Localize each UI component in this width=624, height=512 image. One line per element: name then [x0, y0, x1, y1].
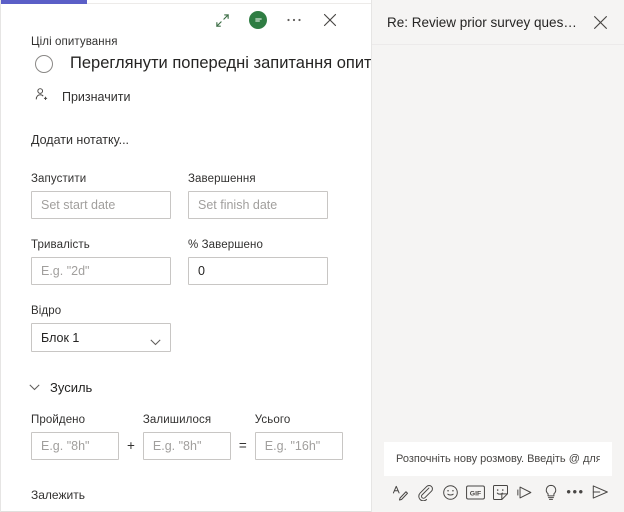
- percent-complete-input[interactable]: [188, 257, 328, 285]
- bucket-select-wrap: Блок 1: [31, 323, 171, 352]
- effort-equals-operator: =: [238, 438, 247, 453]
- bucket-select[interactable]: Блок 1: [31, 323, 171, 352]
- depends-section: Залежить Це завдання не залежить від інш…: [31, 488, 349, 512]
- send-icon[interactable]: [588, 480, 613, 505]
- task-form: Цілі опитування Переглянути попередні за…: [1, 36, 371, 512]
- bucket-group-label: Цілі опитування: [31, 36, 118, 48]
- conversation-title: Re: Review prior survey ques…: [387, 14, 577, 30]
- praise-icon[interactable]: [538, 480, 563, 505]
- ellipsis-glyph: •••: [566, 484, 585, 499]
- effort-total-label: Усього: [254, 414, 291, 426]
- finish-date-input[interactable]: [188, 191, 328, 219]
- gif-icon[interactable]: GIF: [463, 480, 488, 505]
- sticker-icon[interactable]: [488, 480, 513, 505]
- finish-date-label: Завершення: [188, 173, 256, 185]
- start-date-label: Запустити: [31, 173, 87, 185]
- task-detail-window: Цілі опитування Переглянути попередні за…: [0, 0, 624, 512]
- percent-complete-field: % Завершено: [188, 239, 328, 285]
- conversation-header: Re: Review prior survey ques…: [372, 0, 624, 45]
- more-options-icon[interactable]: •••: [563, 480, 588, 505]
- date-row: Запустити Завершення: [31, 173, 349, 219]
- assign-label: Призначити: [62, 90, 131, 104]
- task-title: Переглянути попередні запитання опитуван…: [70, 54, 372, 72]
- bucket-accent-bar: [1, 0, 87, 4]
- finish-date-field: Завершення: [188, 173, 328, 219]
- close-icon[interactable]: [319, 9, 341, 31]
- effort-section-header[interactable]: Зусиль: [29, 378, 349, 396]
- effort-total-field: Усього: [254, 414, 343, 460]
- task-pane-toolbar: [211, 9, 341, 31]
- percent-complete-label: % Завершено: [188, 239, 264, 251]
- assign-button[interactable]: Призначити: [34, 87, 349, 107]
- effort-plus-operator: +: [127, 438, 135, 453]
- more-options-icon[interactable]: [283, 9, 305, 31]
- stream-icon[interactable]: [513, 480, 538, 505]
- effort-row: Пройдено + Залишилося = Усього: [31, 414, 349, 460]
- pane-top-divider: [87, 3, 371, 4]
- bucket-field: Відро Блок 1: [31, 305, 349, 352]
- effort-spent-label: Пройдено: [31, 414, 86, 426]
- effort-remaining-input[interactable]: [142, 432, 231, 460]
- effort-remaining-label: Залишилося: [142, 414, 212, 426]
- comments-icon[interactable]: [247, 9, 269, 31]
- expand-icon[interactable]: [211, 9, 233, 31]
- compose-area: Розпочніть нову розмову. Введіть @ для з…: [372, 442, 624, 512]
- compose-input[interactable]: Розпочніть нову розмову. Введіть @ для з…: [384, 442, 612, 476]
- format-icon[interactable]: [388, 480, 413, 505]
- compose-placeholder: Розпочніть нову розмову. Введіть @ для з…: [396, 453, 600, 465]
- start-date-input[interactable]: [31, 191, 171, 219]
- attach-icon[interactable]: [413, 480, 438, 505]
- depends-title: Залежить: [31, 488, 85, 502]
- duration-input[interactable]: [31, 257, 171, 285]
- start-date-field: Запустити: [31, 173, 171, 219]
- effort-spent-field: Пройдено: [31, 414, 119, 460]
- conversation-pane: Re: Review prior survey ques… Розпочніть…: [372, 0, 624, 512]
- duration-row: Тривалість % Завершено: [31, 239, 349, 285]
- effort-total-input[interactable]: [254, 432, 343, 460]
- effort-section-title: Зусиль: [50, 379, 93, 395]
- task-title-row: Переглянути попередні запитання опитуван…: [35, 54, 371, 73]
- duration-field: Тривалість: [31, 239, 171, 285]
- emoji-icon[interactable]: [438, 480, 463, 505]
- effort-spent-input[interactable]: [31, 432, 119, 460]
- compose-toolbar: GIF •••: [384, 478, 612, 506]
- bucket-label: Відро: [31, 305, 62, 317]
- conversation-messages: [372, 45, 624, 442]
- add-person-icon: [34, 87, 49, 107]
- note-input[interactable]: Додати нотатку...: [31, 133, 349, 147]
- duration-label: Тривалість: [31, 239, 90, 251]
- effort-remaining-field: Залишилося: [142, 414, 231, 460]
- task-detail-pane: Цілі опитування Переглянути попередні за…: [0, 0, 372, 512]
- task-complete-checkbox[interactable]: [35, 54, 53, 73]
- close-icon[interactable]: [588, 10, 612, 34]
- chevron-down-icon: [29, 378, 40, 396]
- svg-text:GIF: GIF: [470, 490, 481, 497]
